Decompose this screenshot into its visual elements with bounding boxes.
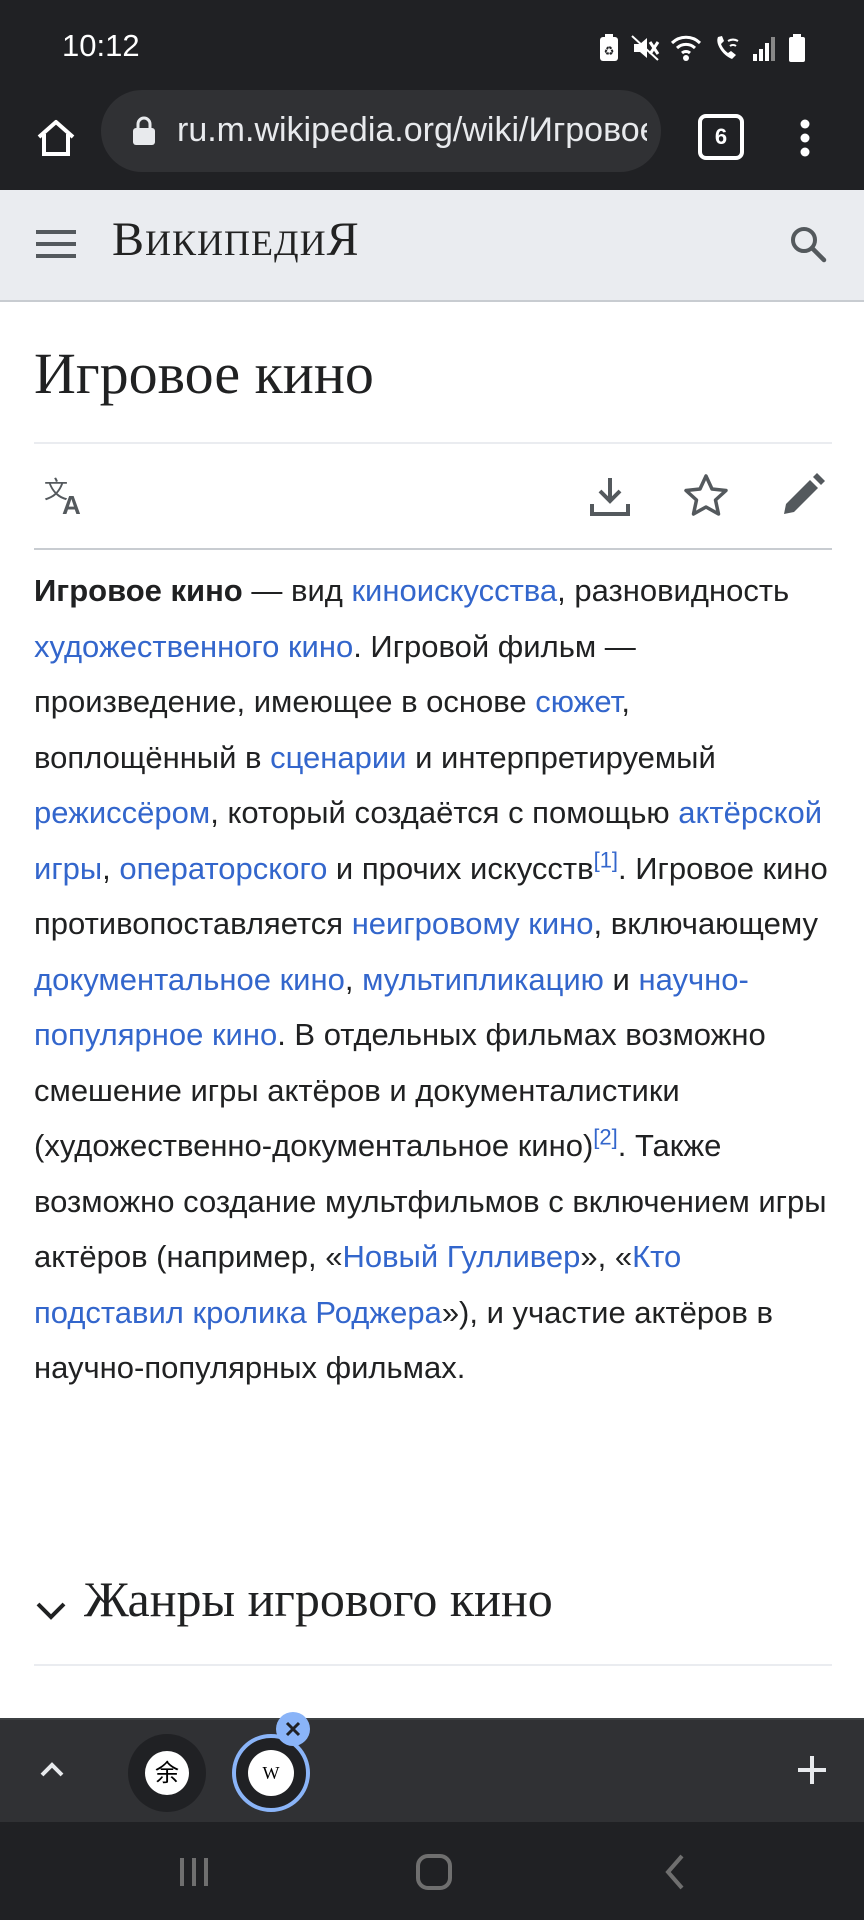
recent-apps-icon[interactable] bbox=[172, 1850, 216, 1894]
article-lead-paragraph: Игровое кино — вид киноискусства, разнов… bbox=[34, 563, 834, 1396]
more-vert-icon bbox=[800, 119, 810, 157]
status-icons: ♻ bbox=[598, 28, 806, 68]
search-icon[interactable] bbox=[784, 220, 832, 268]
chevron-up-icon[interactable] bbox=[30, 1748, 74, 1792]
article-link[interactable]: мультипликацию bbox=[362, 962, 604, 997]
home-icon bbox=[37, 120, 75, 156]
battery-saver-icon: ♻ bbox=[600, 34, 618, 61]
svg-text:♻: ♻ bbox=[604, 44, 615, 58]
add-tab-icon[interactable] bbox=[790, 1748, 834, 1792]
paragraph-text: , bbox=[102, 850, 120, 886]
language-icon[interactable]: 文 A bbox=[40, 470, 92, 522]
article-link[interactable]: сюжет bbox=[535, 684, 621, 719]
reference-link[interactable]: [2] bbox=[593, 1125, 617, 1150]
home-nav-icon[interactable] bbox=[412, 1850, 456, 1894]
wikipedia-wordmark[interactable]: ВикипедиЯ bbox=[112, 212, 360, 267]
watch-star-icon[interactable] bbox=[680, 470, 732, 522]
page-title: Игровое кино bbox=[34, 341, 374, 406]
bubble-tab-1[interactable]: 余 bbox=[128, 1734, 206, 1812]
article-link[interactable]: сценарии bbox=[270, 740, 406, 775]
article-link[interactable]: Новый Гулливер bbox=[342, 1239, 580, 1274]
address-bar[interactable]: ru.m.wikipedia.org/wiki/Игровое_кино bbox=[101, 90, 661, 172]
reference-sup: [2] bbox=[593, 1125, 617, 1150]
bubble-tab-2[interactable]: W bbox=[232, 1734, 310, 1812]
status-bar: 10:12 ♻ bbox=[0, 0, 864, 90]
signal-icon bbox=[753, 37, 775, 61]
browser-toolbar: ru.m.wikipedia.org/wiki/Игровое_кино 6 bbox=[0, 90, 864, 190]
wiki-header: ВикипедиЯ bbox=[0, 190, 864, 302]
lock-icon bbox=[133, 116, 155, 145]
wikipedia-favicon: W bbox=[248, 1750, 294, 1796]
section-title: Жанры игрового кино bbox=[84, 1571, 553, 1627]
section-heading-genres[interactable]: Жанры игрового кино bbox=[34, 1568, 832, 1666]
edit-pencil-icon[interactable] bbox=[776, 470, 828, 522]
status-time: 10:12 bbox=[62, 28, 140, 63]
wifi-icon bbox=[670, 35, 702, 61]
back-icon[interactable] bbox=[654, 1850, 698, 1894]
paragraph-text: — вид bbox=[242, 573, 352, 608]
browser-menu-button[interactable] bbox=[790, 108, 820, 168]
article-link[interactable]: режиссёром bbox=[34, 795, 210, 830]
paragraph-text: , bbox=[344, 961, 363, 997]
paragraph-text: и прочих искусств bbox=[327, 850, 594, 886]
paragraph-text: , который создаётся с помощью bbox=[210, 795, 679, 830]
article-link[interactable]: операторского bbox=[119, 851, 327, 886]
battery-icon bbox=[789, 34, 805, 62]
article-link[interactable]: художественного кино bbox=[34, 629, 353, 664]
mute-icon bbox=[631, 35, 660, 61]
svg-text:A: A bbox=[62, 490, 81, 520]
wifi-call-icon bbox=[717, 36, 739, 59]
url-text[interactable]: ru.m.wikipedia.org/wiki/Игровое_кино bbox=[177, 107, 647, 153]
reference-link[interactable]: [1] bbox=[594, 847, 618, 872]
paragraph-text: , разновидность bbox=[557, 573, 790, 608]
paragraph-text: и интерпретируемый bbox=[406, 739, 716, 775]
reference-sup: [1] bbox=[594, 847, 618, 872]
system-nav-bar bbox=[0, 1822, 864, 1920]
main-menu-icon[interactable] bbox=[36, 228, 76, 260]
close-icon bbox=[285, 1721, 301, 1737]
tab-switcher-button[interactable]: 6 bbox=[694, 110, 748, 164]
bubble-tab-1-favicon: 余 bbox=[145, 1751, 189, 1795]
bold-term: Игровое кино bbox=[34, 573, 243, 608]
paragraph-text: , включающему bbox=[593, 906, 818, 941]
bubble-tabs-bar: 余 W bbox=[0, 1712, 864, 1822]
tab-count: 6 bbox=[698, 114, 744, 160]
paragraph-text: », « bbox=[580, 1239, 633, 1274]
download-icon[interactable] bbox=[584, 470, 636, 522]
home-button[interactable] bbox=[26, 108, 86, 168]
close-bubble-button[interactable] bbox=[276, 1712, 310, 1746]
article-link[interactable]: документальное кино bbox=[34, 962, 345, 997]
chevron-down-icon[interactable] bbox=[34, 1594, 68, 1628]
page-actions-bar: 文 A bbox=[34, 442, 832, 550]
article-link[interactable]: киноискусства bbox=[351, 573, 557, 608]
paragraph-text: и bbox=[603, 961, 639, 997]
article-link[interactable]: неигровому кино bbox=[352, 906, 594, 941]
